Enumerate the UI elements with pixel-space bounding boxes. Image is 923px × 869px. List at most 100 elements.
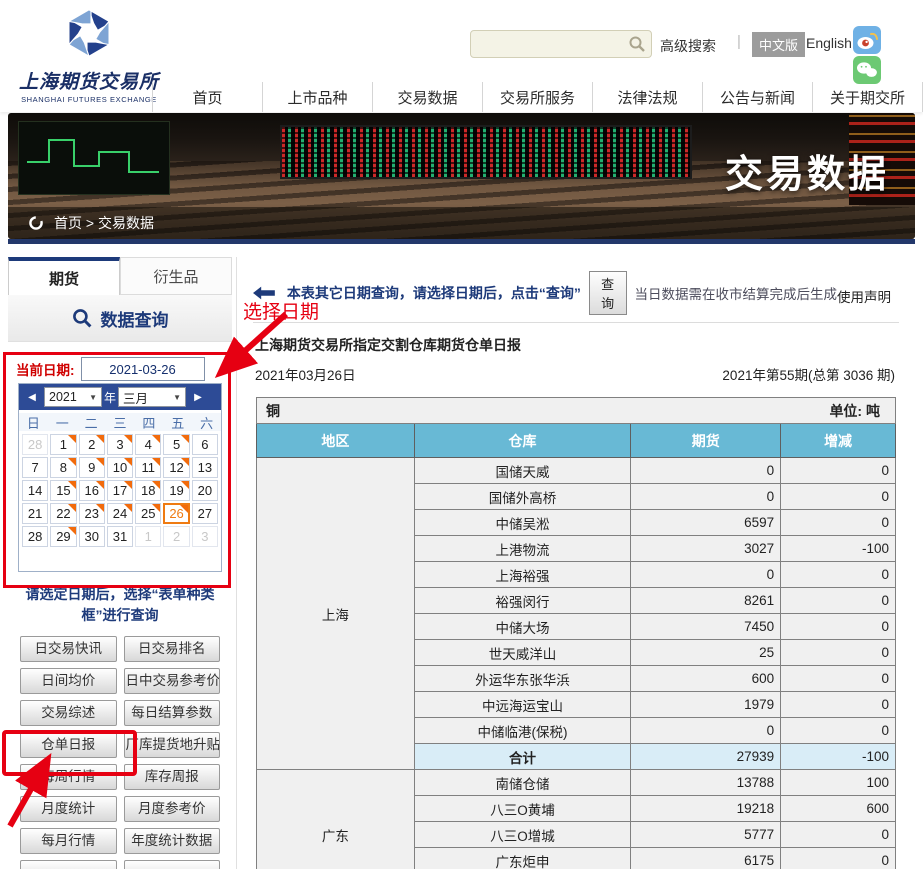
sidebar-button-2[interactable]: 日间均价 xyxy=(20,668,117,694)
day-cell-selected[interactable]: 26 xyxy=(163,503,189,524)
change-cell: 0 xyxy=(781,718,896,744)
main-nav: 首页上市品种交易数据交易所服务法律法规公告与新闻关于期交所 xyxy=(152,82,923,112)
tab-derivatives[interactable]: 衍生品 xyxy=(120,257,232,295)
day-cell[interactable]: 25 xyxy=(135,503,161,524)
sidebar-button-partial[interactable] xyxy=(20,860,117,869)
day-cell[interactable]: 28 xyxy=(22,526,48,547)
day-cell[interactable]: 23 xyxy=(79,503,105,524)
col-header-warehouse: 仓库 xyxy=(414,424,631,458)
sidebar-button-partial[interactable] xyxy=(124,860,221,869)
sidebar-button-7[interactable]: 厂库提货地升贴水 xyxy=(124,732,221,758)
year-select[interactable]: 2021 ▼ xyxy=(44,387,102,407)
nav-item-0[interactable]: 首页 xyxy=(152,82,262,112)
day-cell[interactable]: 28 xyxy=(22,434,48,455)
total-futures-cell: 27939 xyxy=(631,744,781,770)
day-cell[interactable]: 20 xyxy=(192,480,218,501)
weekday-label: 四 xyxy=(134,413,163,432)
day-cell[interactable]: 17 xyxy=(107,480,133,501)
day-cell[interactable]: 22 xyxy=(50,503,76,524)
sidebar-button-3[interactable]: 日中交易参考价 xyxy=(124,668,221,694)
sidebar-button-8[interactable]: 每周行情 xyxy=(20,764,117,790)
day-cell[interactable]: 3 xyxy=(192,526,218,547)
nav-item-2[interactable]: 交易数据 xyxy=(372,82,482,112)
day-cell[interactable]: 24 xyxy=(107,503,133,524)
warehouse-cell: 国储外高桥 xyxy=(414,484,631,510)
day-cell[interactable]: 12 xyxy=(163,457,189,478)
nav-item-6[interactable]: 关于期交所 xyxy=(812,82,923,112)
weekday-header: 日一二三四五六 xyxy=(19,413,221,431)
next-month-button[interactable]: ▶ xyxy=(188,388,208,406)
sidebar-button-11[interactable]: 月度参考价 xyxy=(124,796,221,822)
day-flag-icon xyxy=(124,504,132,512)
nav-item-1[interactable]: 上市品种 xyxy=(262,82,372,112)
change-cell: 0 xyxy=(781,510,896,536)
day-cell[interactable]: 7 xyxy=(22,457,48,478)
day-cell[interactable]: 5 xyxy=(163,434,189,455)
sidebar-button-1[interactable]: 日交易排名 xyxy=(124,636,221,662)
nav-item-4[interactable]: 法律法规 xyxy=(592,82,702,112)
day-cell[interactable]: 4 xyxy=(135,434,161,455)
nav-item-5[interactable]: 公告与新闻 xyxy=(702,82,812,112)
day-cell[interactable]: 1 xyxy=(135,526,161,547)
day-cell[interactable]: 27 xyxy=(192,503,218,524)
day-cell[interactable]: 19 xyxy=(163,480,189,501)
day-cell[interactable]: 15 xyxy=(50,480,76,501)
day-cell[interactable]: 10 xyxy=(107,457,133,478)
sidebar-button-0[interactable]: 日交易快讯 xyxy=(20,636,117,662)
advanced-search-link[interactable]: 高级搜索 xyxy=(660,36,716,56)
sidebar-button-4[interactable]: 交易综述 xyxy=(20,700,117,726)
wechat-icon[interactable] xyxy=(853,56,881,84)
day-cell[interactable]: 8 xyxy=(50,457,76,478)
weekday-label: 三 xyxy=(106,413,135,432)
prev-month-button[interactable]: ◀ xyxy=(22,388,42,406)
day-cell[interactable]: 31 xyxy=(107,526,133,547)
nav-item-3[interactable]: 交易所服务 xyxy=(482,82,592,112)
warehouse-cell: 世天威洋山 xyxy=(414,640,631,666)
day-cell[interactable]: 2 xyxy=(79,434,105,455)
year-value: 2021 xyxy=(49,390,77,404)
warehouse-cell: 国储天威 xyxy=(414,458,631,484)
led-board-left xyxy=(18,121,170,195)
day-cell[interactable]: 6 xyxy=(192,434,218,455)
lang-english-link[interactable]: English xyxy=(806,35,852,51)
page: 上海期货交易所 SHANGHAI FUTURES EXCHANGE 高级搜索 |… xyxy=(0,0,923,869)
day-cell[interactable]: 3 xyxy=(107,434,133,455)
query-notice-bar: 本表其它日期查询，请选择日期后，点击“查询” 查询 当日数据需在收市结算完成后生… xyxy=(253,280,905,306)
day-cell[interactable]: 29 xyxy=(50,526,76,547)
col-header-region: 地区 xyxy=(257,424,415,458)
day-cell[interactable]: 9 xyxy=(79,457,105,478)
breadcrumb-text[interactable]: 首页 > 交易数据 xyxy=(54,213,154,233)
search-icon[interactable] xyxy=(628,35,646,53)
query-button[interactable]: 查询 xyxy=(589,271,627,315)
day-cell[interactable]: 13 xyxy=(192,457,218,478)
day-cell[interactable]: 16 xyxy=(79,480,105,501)
sidebar-button-10[interactable]: 月度统计 xyxy=(20,796,117,822)
lang-chinese-badge[interactable]: 中文版 xyxy=(752,32,805,57)
day-cell[interactable]: 1 xyxy=(50,434,76,455)
day-flag-icon xyxy=(68,435,76,443)
tab-futures[interactable]: 期货 xyxy=(8,257,120,295)
current-date-input[interactable] xyxy=(81,357,205,381)
month-select[interactable]: 三月 ▼ xyxy=(118,387,186,407)
col-header-change: 增减 xyxy=(781,424,896,458)
shfe-logo[interactable]: 上海期货交易所 SHANGHAI FUTURES EXCHANGE xyxy=(14,4,164,104)
day-cell[interactable]: 30 xyxy=(79,526,105,547)
day-cell[interactable]: 11 xyxy=(135,457,161,478)
day-cell[interactable]: 2 xyxy=(163,526,189,547)
weibo-icon[interactable] xyxy=(853,26,881,54)
sidebar-button-6[interactable]: 仓单日报 xyxy=(20,732,117,758)
commodity-band: 铜 单位: 吨 xyxy=(257,398,896,424)
sidebar-button-5[interactable]: 每日结算参数 xyxy=(124,700,221,726)
disclaimer-link[interactable]: 使用声明 xyxy=(837,286,891,306)
sidebar-button-12[interactable]: 每月行情 xyxy=(20,828,117,854)
year-suffix-label: 年 xyxy=(104,389,116,406)
sidebar-button-9[interactable]: 库存周报 xyxy=(124,764,221,790)
day-cell[interactable]: 21 xyxy=(22,503,48,524)
site-header: 上海期货交易所 SHANGHAI FUTURES EXCHANGE 高级搜索 |… xyxy=(0,0,923,112)
day-cell[interactable]: 18 xyxy=(135,480,161,501)
warehouse-cell: 上海裕强 xyxy=(414,562,631,588)
day-cell[interactable]: 14 xyxy=(22,480,48,501)
site-search-input[interactable] xyxy=(477,33,625,55)
sidebar-button-13[interactable]: 年度统计数据 xyxy=(124,828,221,854)
table-row: 广东南储仓储13788100 xyxy=(257,770,896,796)
